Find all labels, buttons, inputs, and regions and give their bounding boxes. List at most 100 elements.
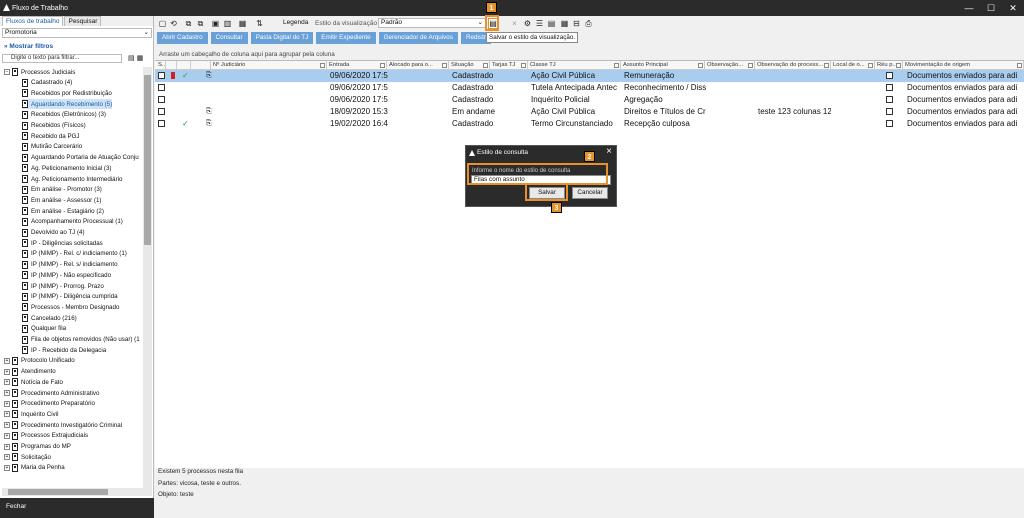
list-icon[interactable]: ☰ [535,19,544,28]
reu-preso-checkbox[interactable] [886,108,893,115]
fechar-button[interactable]: Fechar [0,498,154,518]
grid-icon[interactable]: ▦ [560,19,569,28]
tree-item[interactable]: Fila de objetos removidos (Não usar) (1 [22,335,140,345]
column-header[interactable]: Observação... [705,61,755,70]
filter-dropdown-icon[interactable] [380,63,385,68]
tree-item[interactable]: Em análise - Promotor (3) [22,185,102,195]
reu-preso-checkbox[interactable] [886,84,893,91]
collapse-icon[interactable]: − [4,69,10,75]
abrir-cadastro-button[interactable]: Abrir Cadastro [157,32,208,44]
tree-config-icon[interactable]: ▦ [137,55,144,62]
table-row[interactable]: ✓ ⎘ 19/02/2020 16:4 Cadastrado Termo Circuns… [155,118,1024,130]
tab-fluxos[interactable]: Fluxos de trabalho [2,16,64,26]
column-header[interactable]: Movimentação de origem [903,61,1024,70]
column-header[interactable]: Tarjas TJ [490,61,528,70]
expand-icon[interactable]: + [4,379,10,386]
close-button[interactable]: ✕ [1002,0,1024,16]
close-icon[interactable]: × [606,146,612,157]
tree-item[interactable]: Aguardando Portaria de Atuação Conju [22,153,139,163]
expand-icon[interactable]: + [4,400,10,407]
table-row[interactable]: 09/06/2020 17:5 Cadastrado Tutela Antecipa… [155,82,1024,94]
split-icon[interactable]: ▥ [223,19,232,28]
expand-icon[interactable]: + [4,464,10,471]
column-header[interactable]: Alocado para o... [387,61,449,70]
consultar-button[interactable]: Consultar [210,32,248,44]
tree-item[interactable]: Recebidos (Eletrônicos) (3) [22,110,106,120]
tree-item[interactable]: + Protocolo Unificado [4,356,75,366]
tree-item[interactable]: + Procedimento Investigatório Criminal [4,420,122,430]
filter-dropdown-icon[interactable] [824,63,829,68]
filter-dropdown-icon[interactable] [868,63,873,68]
filter-dropdown-icon[interactable] [320,63,325,68]
tree-item[interactable]: Recebidos por Redistribuição [22,88,112,98]
table-row[interactable]: ⎘ 18/09/2020 15:3 Em andame Ação Civil Públ… [155,106,1024,118]
expand-icon[interactable]: + [4,432,10,439]
copy-icon[interactable]: ⧉ [184,19,193,28]
tree-item[interactable]: Acompanhamento Processual (1) [22,217,123,227]
group-icon[interactable]: ▦ [238,19,247,28]
row-select-checkbox[interactable] [158,72,165,79]
expand-icon[interactable]: + [4,443,10,450]
tree-item[interactable]: Aguardando Recebimento (5) [22,99,113,110]
cancelar-button[interactable]: Cancelar [572,187,608,199]
filter-dropdown-icon[interactable] [614,63,619,68]
row-select-checkbox[interactable] [158,108,165,115]
tree-options-icon[interactable]: ▤ [128,55,135,62]
expand-icon[interactable]: + [4,368,10,375]
tab-pesquisar[interactable]: Pesquisar [64,16,102,26]
tree-item[interactable]: IP - Recebido da Delegacia [22,345,106,355]
tree-item[interactable]: Processos - Membro Designado [22,302,119,312]
table-row[interactable]: ✓ ⎘ 09/06/2020 17:5 Cadastrado Ação Civil Pú… [155,70,1024,82]
filter-dropdown-icon[interactable] [521,63,526,68]
promotoria-select[interactable]: Promotoria ⌄ [2,28,152,38]
expand-icon[interactable]: + [4,454,10,461]
expand-icon[interactable]: + [4,357,10,364]
delete-style-icon[interactable]: × [510,19,519,28]
table-row[interactable]: 09/06/2020 17:5 Cadastrado Inquérito Polic… [155,94,1024,106]
tree-item[interactable]: Em análise - Estagiário (2) [22,206,104,216]
column-header[interactable]: Observação do process... [755,61,831,70]
lock-icon[interactable]: ⊟ [572,19,581,28]
print-icon[interactable]: ⎙ [584,19,593,28]
tree-item[interactable]: IP (NIMP) - Não especificado [22,270,111,280]
filter-dropdown-icon[interactable] [698,63,703,68]
tree-item[interactable]: Cadastrado (4) [22,78,72,88]
column-header[interactable]: Classe TJ [528,61,621,70]
filter-dropdown-icon[interactable] [1017,63,1022,68]
filter-input[interactable]: Digite o texto para filtrar... [2,54,122,63]
tree-item[interactable]: + Procedimento Administrativo [4,388,99,398]
tree-item[interactable]: IP (NIMP) - Prorrog. Prazo [22,281,104,291]
tree-item[interactable]: Recebido da PGJ [22,131,80,141]
expand-icon[interactable]: + [4,411,10,418]
tree-item[interactable]: + Solicitação [4,452,51,462]
tree-item[interactable]: + Inquérito Civil [4,409,59,419]
tree-item[interactable]: IP (NIMP) - Rel. s/ indiciamento [22,260,118,270]
tree-item[interactable]: + Notícia de Fato [4,377,63,387]
column-header[interactable]: Entrada [327,61,387,70]
tree-item[interactable]: + Maria da Penha [4,463,65,473]
column-header[interactable]: Situação [449,61,490,70]
tree-vertical-scrollbar[interactable] [143,67,152,488]
mostrar-filtros-link[interactable]: » Mostrar filtros [4,43,53,50]
filter-dropdown-icon[interactable] [483,63,488,68]
reu-preso-checkbox[interactable] [886,96,893,103]
estilo-select[interactable]: Padrão ⌄ [378,18,486,28]
pasta-digital-button[interactable]: Pasta Digital do TJ [250,32,314,44]
expand-icon[interactable]: + [4,422,10,429]
tree-item[interactable]: IP (NIMP) - Rel. c/ indiciamento (1) [22,249,127,259]
minimize-button[interactable]: — [958,0,980,16]
column-header[interactable]: Nº Judiciário [211,61,327,70]
refresh-icon[interactable]: ⟲ [169,19,178,28]
column-header[interactable]: Réu p... [875,61,903,70]
tree-item[interactable]: IP - Diligências solicitadas [22,238,103,248]
row-select-checkbox[interactable] [158,96,165,103]
tree-item[interactable]: IP (NIMP) - Diligência cumprida [22,292,118,302]
gerenciador-arquivos-button[interactable]: Gerenciador de Arquivos [378,32,458,44]
reu-preso-checkbox[interactable] [886,120,893,127]
window-icon[interactable]: ▣ [211,19,220,28]
tree-item[interactable]: Qualquer fila [22,324,66,334]
column-header[interactable]: Local de o... [831,61,875,70]
tree-item[interactable]: + Atendimento [4,367,56,377]
column-header[interactable] [166,61,177,70]
tree-item[interactable]: Ag. Peticionamento Inicial (3) [22,163,111,173]
